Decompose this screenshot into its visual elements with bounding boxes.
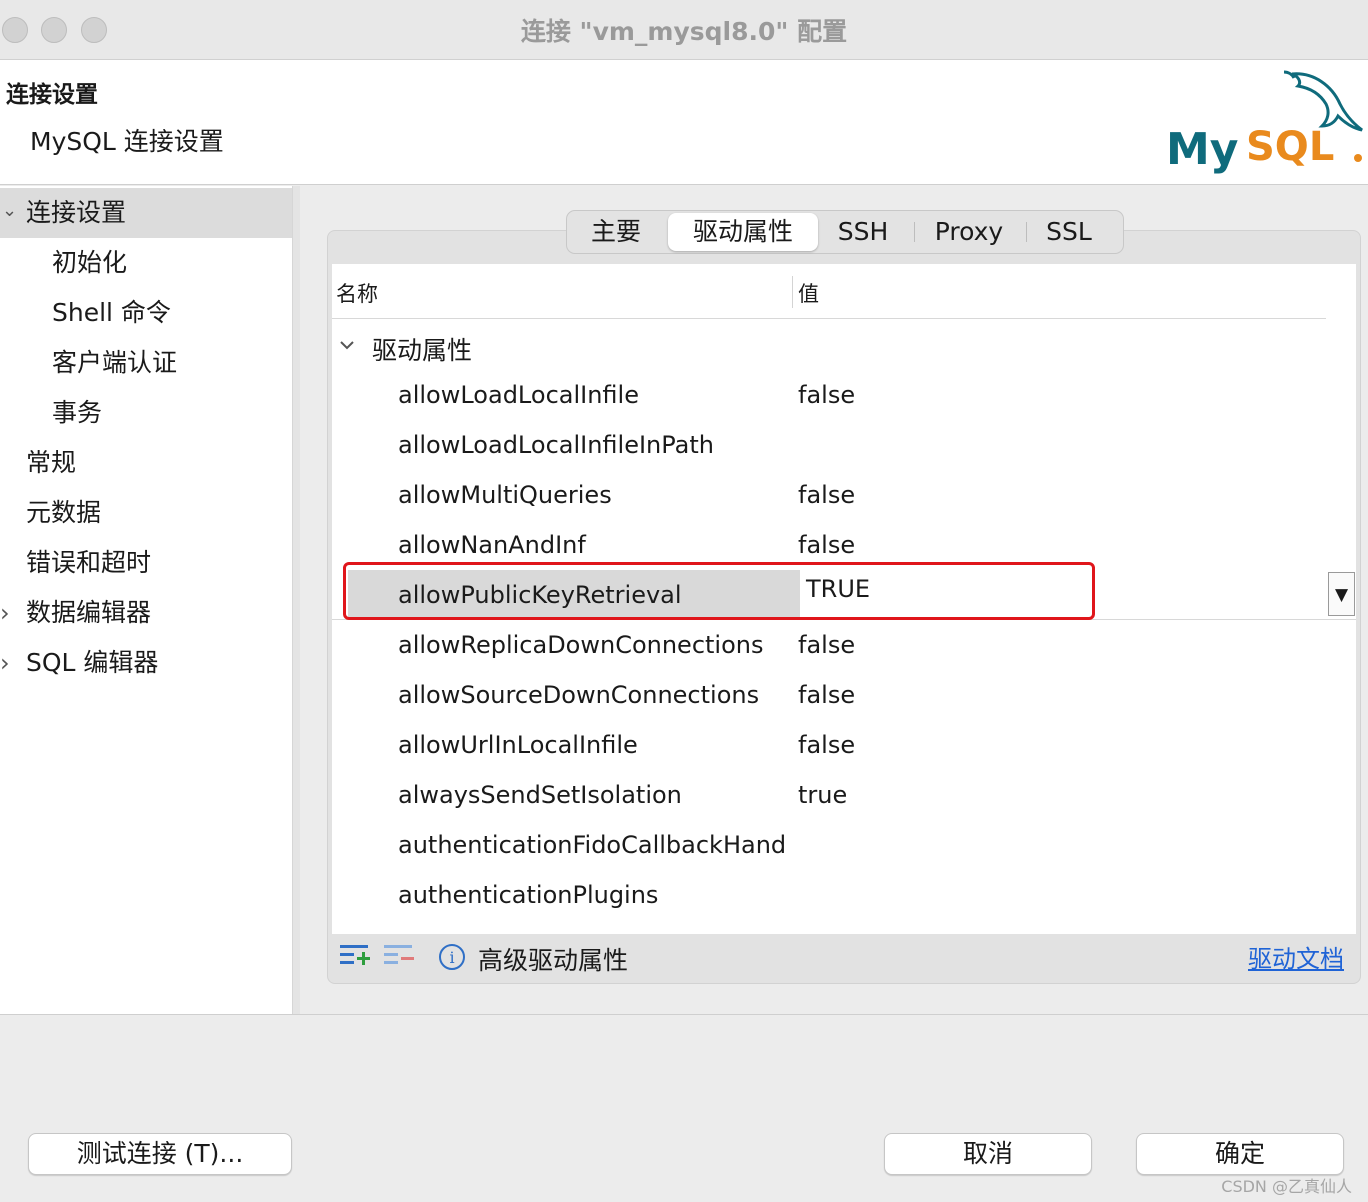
column-header-value[interactable]: 值: [798, 278, 819, 308]
property-name: allowMultiQueries: [398, 481, 612, 509]
settings-tabs: 主要 驱动属性 SSH Proxy SSL: [566, 210, 1124, 254]
property-name: allowLoadLocalInfile: [398, 381, 639, 409]
sidebar-item-init[interactable]: 初始化: [0, 238, 292, 288]
table-row[interactable]: alwaysSendSetIsolation true: [332, 770, 1356, 820]
tab-separator: [1026, 222, 1027, 242]
sidebar-splitter[interactable]: [292, 186, 300, 1014]
annotation-highlight-box: [343, 562, 1095, 620]
sidebar-item-label: 常规: [26, 448, 77, 477]
property-value[interactable]: false: [798, 631, 855, 659]
table-row[interactable]: allowLoadLocalInfileInPath: [332, 420, 1356, 470]
tab-ssl[interactable]: SSL: [1029, 211, 1109, 253]
property-value[interactable]: false: [798, 531, 855, 559]
logo-my-text: My: [1166, 124, 1238, 174]
property-name: authenticationPlugins: [398, 881, 659, 909]
settings-sidebar: ⌄ 连接设置 初始化 Shell 命令 客户端认证 事务 常规 元数据 错误和超…: [0, 186, 292, 1014]
table-row[interactable]: allowReplicaDownConnections false: [332, 620, 1356, 670]
property-name: allowLoadLocalInfileInPath: [398, 431, 714, 459]
info-icon[interactable]: i: [438, 943, 466, 971]
title-bar: 连接 "vm_mysql8.0" 配置: [0, 0, 1368, 60]
page-title: 连接设置: [6, 82, 98, 108]
driver-docs-link[interactable]: 驱动文档: [1248, 939, 1344, 974]
sidebar-item-errors-timeouts[interactable]: 错误和超时: [0, 538, 292, 588]
property-name: allowSourceDownConnections: [398, 681, 760, 709]
sidebar-item-transactions[interactable]: 事务: [0, 388, 292, 438]
test-connection-button[interactable]: 测试连接 (T)...: [28, 1133, 292, 1175]
sidebar-item-label: 客户端认证: [52, 348, 178, 377]
property-value[interactable]: true: [798, 781, 847, 809]
chevron-right-icon[interactable]: ›: [0, 638, 10, 688]
property-name: allowReplicaDownConnections: [398, 631, 764, 659]
sidebar-item-metadata[interactable]: 元数据: [0, 488, 292, 538]
property-value[interactable]: false: [798, 381, 855, 409]
tab-main[interactable]: 主要: [571, 211, 661, 253]
page-subtitle: MySQL 连接设置: [30, 127, 224, 156]
property-value[interactable]: false: [798, 681, 855, 709]
add-property-icon[interactable]: [340, 943, 372, 969]
sidebar-item-data-editor[interactable]: › 数据编辑器: [0, 588, 292, 638]
group-label: 驱动属性: [372, 336, 473, 365]
sidebar-item-label: SQL 编辑器: [26, 648, 159, 677]
sidebar-item-label: 元数据: [26, 498, 102, 527]
table-row[interactable]: allowLoadLocalInfile false: [332, 370, 1356, 420]
sidebar-item-label: 事务: [52, 398, 103, 427]
sidebar-item-label: 初始化: [52, 248, 128, 277]
window-title: 连接 "vm_mysql8.0" 配置: [520, 17, 848, 46]
remove-property-icon[interactable]: [384, 943, 416, 969]
sidebar-item-general[interactable]: 常规: [0, 438, 292, 488]
ok-button[interactable]: 确定: [1136, 1133, 1344, 1175]
sidebar-item-label: 错误和超时: [26, 548, 152, 577]
property-value[interactable]: false: [798, 481, 855, 509]
property-name: allowNanAndInf: [398, 531, 586, 559]
sidebar-item-shell-commands[interactable]: Shell 命令: [0, 288, 292, 338]
table-row[interactable]: authenticationFidoCallbackHand: [332, 820, 1356, 870]
column-separator[interactable]: [792, 276, 793, 308]
property-name: authenticationFidoCallbackHand: [398, 831, 787, 859]
property-name: allowUrlInLocalInfile: [398, 731, 638, 759]
table-row[interactable]: allowMultiQueries false: [332, 470, 1356, 520]
mysql-logo: My SQL: [1166, 70, 1363, 174]
watermark: CSDN @乙真仙人: [1221, 1177, 1352, 1196]
logo-sql-text: SQL: [1246, 124, 1334, 170]
group-row-driver-properties[interactable]: 驱动属性: [332, 320, 1356, 370]
chevron-right-icon[interactable]: ›: [0, 588, 10, 638]
tab-driver-properties[interactable]: 驱动属性: [668, 213, 818, 251]
info-icon-glyph: i: [449, 948, 454, 967]
column-header-name[interactable]: 名称: [336, 278, 378, 308]
property-name: alwaysSendSetIsolation: [398, 781, 682, 809]
chevron-down-icon[interactable]: ⌄: [2, 186, 17, 236]
property-value[interactable]: false: [798, 731, 855, 759]
value-dropdown-button[interactable]: ▼: [1328, 572, 1355, 616]
footer-divider: [0, 1014, 1368, 1015]
sidebar-item-client-auth[interactable]: 客户端认证: [0, 338, 292, 388]
tab-ssh[interactable]: SSH: [823, 211, 903, 253]
tab-proxy[interactable]: Proxy: [919, 211, 1019, 253]
cancel-button[interactable]: 取消: [884, 1133, 1092, 1175]
chevron-down-icon[interactable]: [339, 339, 355, 351]
page-header: 连接设置 MySQL 连接设置 My SQL: [0, 60, 1368, 185]
sidebar-item-sql-editor[interactable]: › SQL 编辑器: [0, 638, 292, 688]
tab-separator: [914, 222, 915, 242]
sidebar-item-connection-settings[interactable]: ⌄ 连接设置: [0, 188, 292, 238]
table-row[interactable]: allowSourceDownConnections false: [332, 670, 1356, 720]
properties-toolbar: i 高级驱动属性 驱动文档: [332, 934, 1356, 980]
sidebar-item-label: Shell 命令: [52, 298, 171, 327]
sidebar-item-label: 数据编辑器: [26, 598, 152, 627]
table-row[interactable]: allowUrlInLocalInfile false: [332, 720, 1356, 770]
header-divider: [332, 318, 1326, 319]
advanced-properties-label: 高级驱动属性: [478, 946, 629, 975]
table-row[interactable]: authenticationPlugins: [332, 870, 1356, 920]
sidebar-item-label: 连接设置: [26, 198, 127, 227]
